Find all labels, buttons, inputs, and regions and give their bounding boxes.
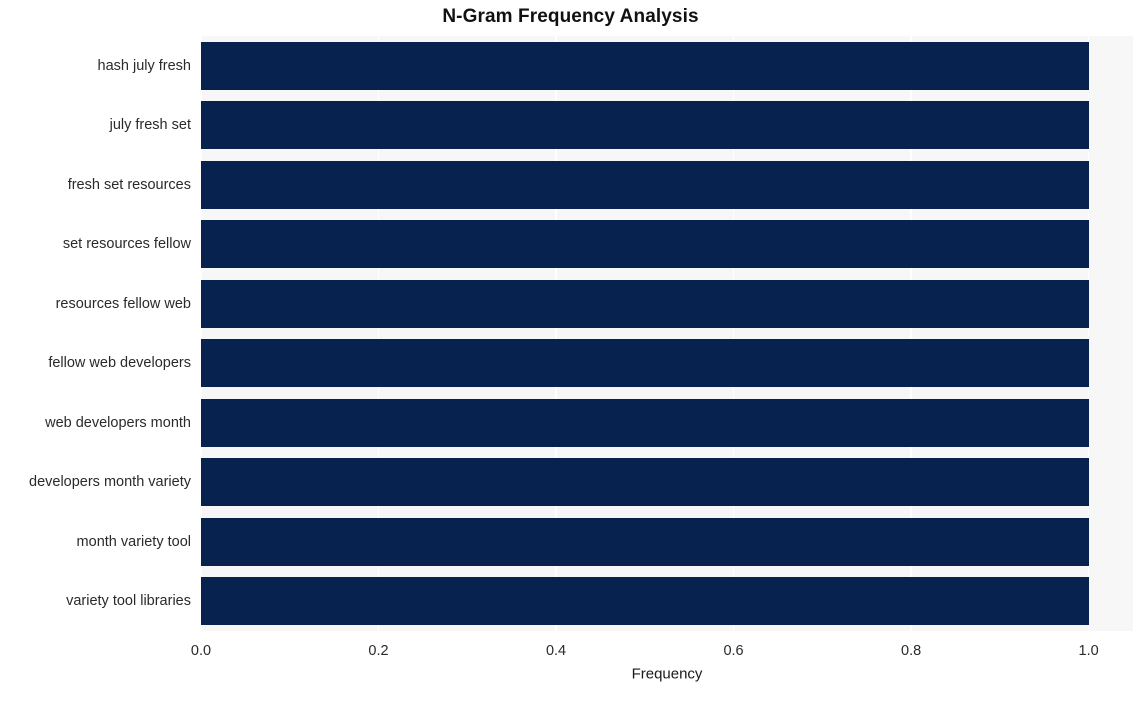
x-tick-label: 0.6 [723, 643, 744, 659]
x-axis-tick-labels: 0.0 0.2 0.4 0.6 0.8 1.0 [0, 0, 1141, 701]
x-tick-label: 0.4 [545, 643, 567, 659]
x-tick-label: 1.0 [1078, 643, 1099, 659]
x-axis-label: Frequency [631, 665, 703, 683]
x-tick-label: 0.2 [368, 643, 389, 659]
chart-figure: N-Gram Frequency Analysis hash july fres… [0, 0, 1141, 701]
x-tick-label: 0.0 [190, 643, 212, 659]
x-tick-label: 0.8 [901, 643, 922, 659]
